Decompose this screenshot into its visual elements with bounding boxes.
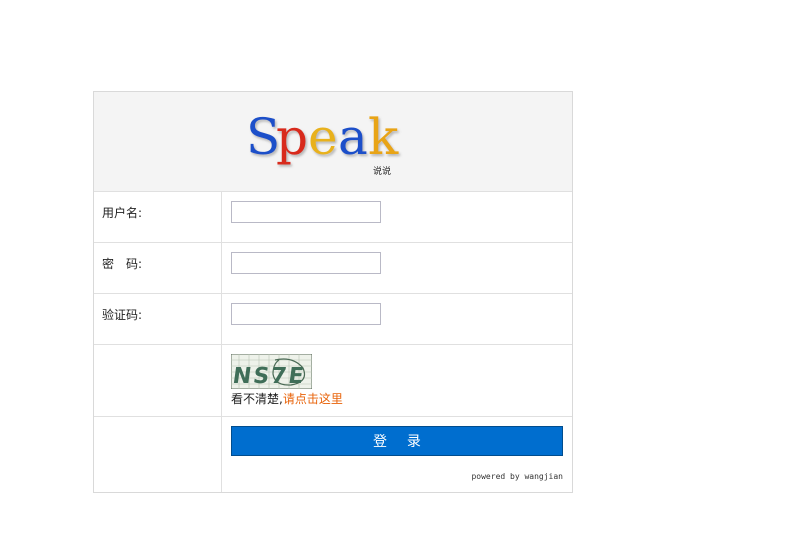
- captcha-refresh-link[interactable]: 请点击这里: [283, 392, 343, 406]
- logo-subtitle: 说说: [373, 165, 391, 177]
- captcha-label: 验证码:: [102, 308, 143, 322]
- login-button[interactable]: 登 录: [231, 426, 563, 456]
- captcha-image-row: NS7E 看不清楚,请点击这里: [94, 344, 572, 416]
- powered-by: powered by wangjian: [471, 472, 563, 481]
- password-input[interactable]: [231, 252, 381, 274]
- submit-row: 登 录 powered by wangjian: [94, 416, 572, 492]
- logo-header: S p e a k 说说: [94, 92, 572, 191]
- captcha-text: NS7E: [231, 363, 307, 389]
- username-row: 用户名:: [94, 191, 572, 242]
- captcha-hint: 看不清楚,: [231, 392, 283, 406]
- svg-text:e: e: [308, 108, 338, 166]
- captcha-input[interactable]: [231, 303, 381, 325]
- speak-logo: S p e a k 说说: [246, 108, 399, 177]
- password-row: 密 码:: [94, 242, 572, 293]
- username-input[interactable]: [231, 201, 381, 223]
- svg-text:p: p: [276, 108, 308, 166]
- captcha-image[interactable]: NS7E: [231, 354, 312, 389]
- login-form: S p e a k 说说 用户名: 密 码: 验证码: NS7E 看不清楚,请点…: [93, 91, 573, 493]
- svg-text:a: a: [338, 108, 368, 166]
- captcha-row: 验证码:: [94, 293, 572, 344]
- password-label: 密 码:: [102, 257, 143, 271]
- captcha-refresh-line: 看不清楚,请点击这里: [231, 390, 343, 407]
- username-label: 用户名:: [102, 206, 143, 220]
- svg-text:k: k: [368, 108, 399, 166]
